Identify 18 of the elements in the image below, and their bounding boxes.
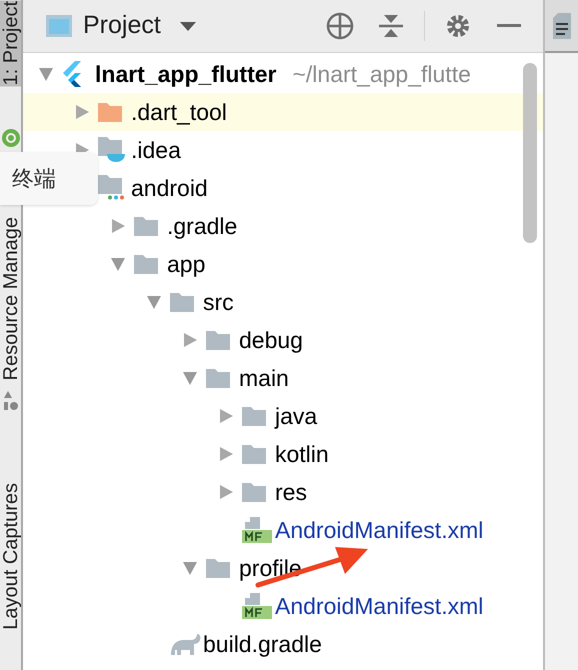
tooltip-text: 终端: [12, 165, 56, 193]
tree-item-label[interactable]: AndroidManifest.xml: [275, 588, 484, 624]
tree-item-label[interactable]: .dart_tool: [131, 94, 227, 130]
tree-item-label[interactable]: lnart_app_flutter: [95, 56, 276, 92]
tree-item-label[interactable]: src: [203, 284, 234, 320]
panel-title[interactable]: Project: [83, 7, 161, 45]
tree-item-label[interactable]: kotlin: [275, 436, 329, 472]
tree-item-label[interactable]: debug: [239, 322, 303, 358]
tree-item-label[interactable]: build.gradle: [203, 626, 322, 662]
tree-item-label[interactable]: AndroidManifest.xml: [275, 512, 484, 548]
tree-item-label[interactable]: main: [239, 360, 289, 396]
tree-item-label[interactable]: .idea: [131, 132, 181, 168]
project-path: ~/lnart_app_flutte: [292, 60, 471, 89]
tree-item-label[interactable]: .gradle: [167, 208, 238, 244]
tree-item-label[interactable]: android: [131, 170, 208, 206]
tree-item-label[interactable]: res: [275, 474, 307, 510]
tree-item-label[interactable]: app: [167, 246, 206, 282]
tree-item-label[interactable]: java: [275, 398, 318, 434]
